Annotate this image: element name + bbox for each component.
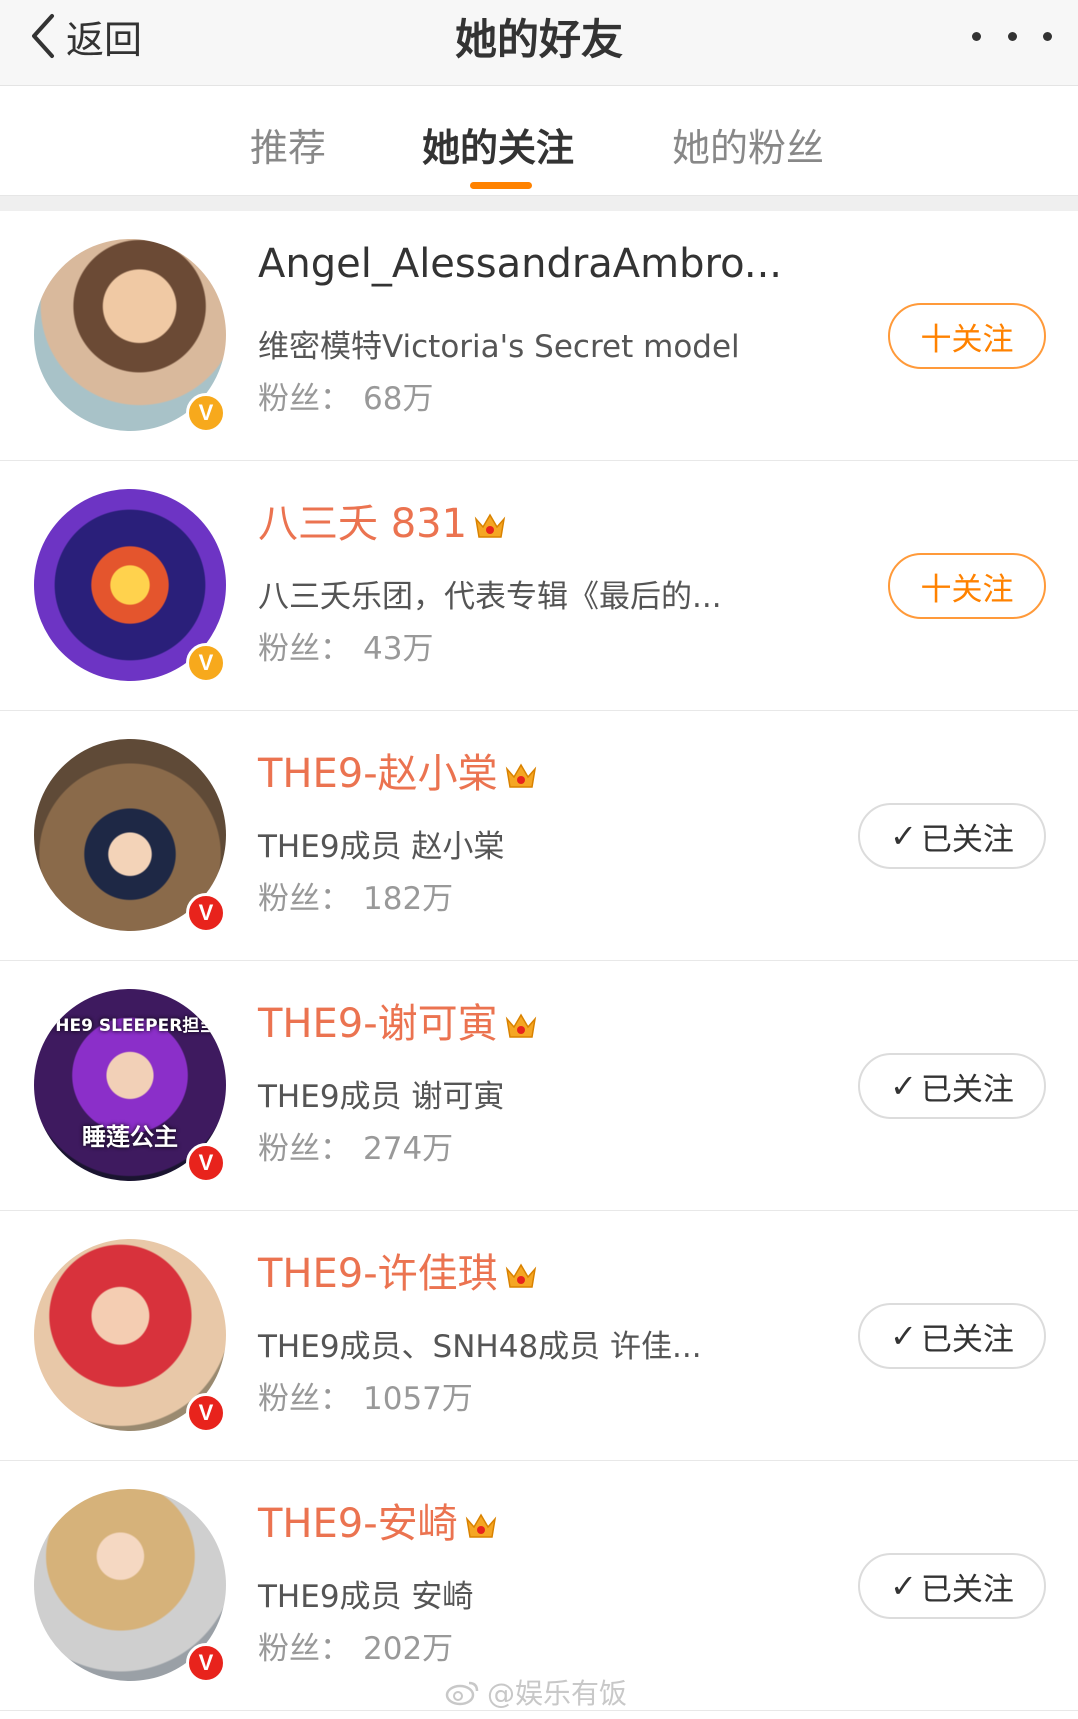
user-description: 八三夭乐团，代表专辑《最后的... — [258, 579, 722, 615]
user-name[interactable]: THE9-赵小棠 — [258, 741, 538, 799]
list-item[interactable]: THE9 SLEEPER担当 睡莲公主 V THE9-谢可寅 THE9成员 谢可… — [0, 961, 1078, 1211]
section-divider — [0, 195, 1078, 211]
fans-number: 274万 — [363, 1131, 454, 1167]
tab-bar: 推荐 她的关注 她的粉丝 — [0, 87, 1078, 195]
user-description: THE9成员、SNH48成员 许佳... — [258, 1329, 702, 1365]
followed-button[interactable]: ✓ 已关注 — [858, 1553, 1046, 1619]
weibo-logo-icon — [445, 1681, 479, 1706]
checkmark-icon: ✓ — [890, 1317, 917, 1355]
checkmark-icon: ✓ — [890, 1567, 917, 1605]
list-item[interactable]: V Angel_AlessandraAmbro... 维密模特Victoria'… — [0, 211, 1078, 461]
more-icon[interactable] — [972, 16, 1052, 56]
user-name-text: THE9-安崎 — [258, 1501, 458, 1547]
crown-icon — [464, 1505, 498, 1538]
followed-button-label: 已关注 — [920, 821, 1014, 858]
verified-badge-icon: V — [186, 1643, 226, 1683]
fans-number: 202万 — [363, 1631, 454, 1667]
followed-button[interactable]: ✓ 已关注 — [858, 1303, 1046, 1369]
fans-count: 粉丝： 274万 — [258, 1123, 453, 1168]
fans-label: 粉丝： — [258, 881, 351, 917]
more-dot — [972, 31, 981, 41]
followed-button-label: 已关注 — [920, 1571, 1014, 1608]
user-name[interactable]: Angel_AlessandraAmbro... — [258, 241, 782, 287]
fans-number: 1057万 — [363, 1381, 473, 1417]
fans-count: 粉丝： 202万 — [258, 1623, 453, 1668]
user-name[interactable]: THE9-谢可寅 — [258, 991, 538, 1049]
user-list: V Angel_AlessandraAmbro... 维密模特Victoria'… — [0, 211, 1078, 1711]
followed-button[interactable]: ✓ 已关注 — [858, 803, 1046, 869]
watermark-text: @娱乐有饭 — [487, 1677, 628, 1710]
fans-number: 43万 — [363, 631, 434, 667]
user-name-text: Angel_AlessandraAmbro... — [258, 241, 783, 287]
tab-recommend[interactable]: 推荐 — [250, 117, 326, 172]
fans-number: 68万 — [363, 381, 434, 417]
follow-button-label: 十关注 — [920, 321, 1014, 358]
verified-badge-icon: V — [186, 1143, 226, 1183]
fans-count: 粉丝： 68万 — [258, 373, 433, 418]
list-item[interactable]: V 八三夭 831 八三夭乐团，代表专辑《最后的... 粉丝： 43万 十关注 — [0, 461, 1078, 711]
list-item[interactable]: V THE9-赵小棠 THE9成员 赵小棠 粉丝： 182万 ✓ 已关注 — [0, 711, 1078, 961]
tab-her-following[interactable]: 她的关注 — [422, 117, 574, 172]
fans-count: 粉丝： 1057万 — [258, 1373, 473, 1418]
follow-button[interactable]: 十关注 — [888, 303, 1046, 369]
active-tab-indicator — [470, 182, 532, 189]
avatar-caption-top: THE9 SLEEPER担当 — [43, 1016, 217, 1036]
user-description: THE9成员 谢可寅 — [258, 1079, 505, 1115]
crown-icon — [504, 755, 538, 788]
user-name[interactable]: THE9-许佳琪 — [258, 1241, 538, 1299]
tab-her-fans[interactable]: 她的粉丝 — [672, 117, 824, 172]
follow-button[interactable]: 十关注 — [888, 553, 1046, 619]
fans-count: 粉丝： 182万 — [258, 873, 453, 918]
checkmark-icon: ✓ — [890, 1067, 917, 1105]
more-dot — [1043, 31, 1052, 41]
user-description: THE9成员 安崎 — [258, 1579, 474, 1615]
watermark: @娱乐有饭 — [445, 1672, 627, 1712]
verified-badge-icon: V — [186, 1393, 226, 1433]
checkmark-icon: ✓ — [890, 817, 917, 855]
fans-label: 粉丝： — [258, 381, 351, 417]
user-description: THE9成员 赵小棠 — [258, 829, 505, 865]
user-name-text: THE9-谢可寅 — [258, 1001, 498, 1047]
fans-label: 粉丝： — [258, 631, 351, 667]
crown-icon — [473, 505, 507, 538]
user-name[interactable]: 八三夭 831 — [258, 491, 507, 549]
fans-label: 粉丝： — [258, 1381, 351, 1417]
follow-button-label: 十关注 — [920, 571, 1014, 608]
verified-badge-icon: V — [186, 643, 226, 683]
followed-button-label: 已关注 — [920, 1071, 1014, 1108]
crown-icon — [504, 1005, 538, 1038]
list-item[interactable]: V THE9-许佳琪 THE9成员、SNH48成员 许佳... 粉丝： 1057万… — [0, 1211, 1078, 1461]
crown-icon — [504, 1255, 538, 1288]
more-dot — [1007, 31, 1017, 41]
verified-badge-icon: V — [186, 893, 226, 933]
fans-label: 粉丝： — [258, 1631, 351, 1667]
verified-badge-icon: V — [186, 393, 226, 433]
user-name-text: THE9-许佳琪 — [258, 1251, 498, 1297]
followed-button-label: 已关注 — [920, 1321, 1014, 1358]
fans-label: 粉丝： — [258, 1131, 351, 1167]
user-description: 维密模特Victoria's Secret model — [258, 329, 740, 365]
followed-button[interactable]: ✓ 已关注 — [858, 1053, 1046, 1119]
navigation-bar: 返回 她的好友 — [0, 0, 1078, 86]
user-name[interactable]: THE9-安崎 — [258, 1491, 498, 1549]
user-name-text: 八三夭 831 — [258, 501, 468, 547]
page-title: 她的好友 — [454, 15, 623, 64]
fans-number: 182万 — [363, 881, 454, 917]
user-name-text: THE9-赵小棠 — [258, 751, 498, 797]
fans-count: 粉丝： 43万 — [258, 623, 433, 668]
